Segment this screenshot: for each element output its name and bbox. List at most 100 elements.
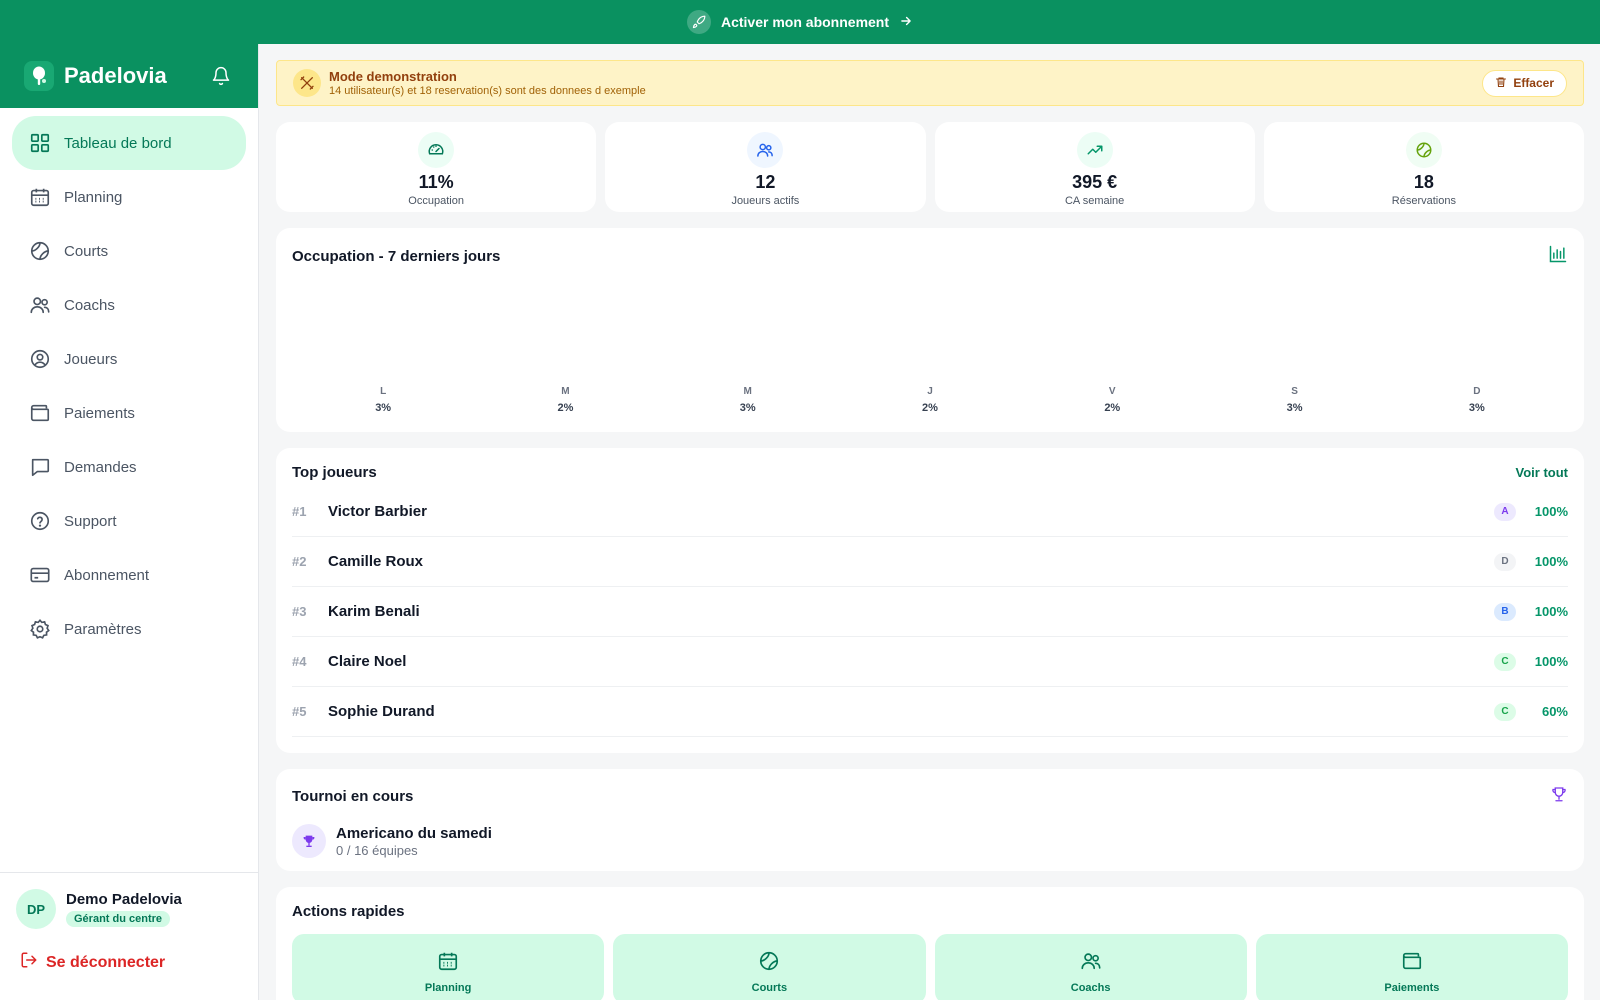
quick-action-paiements[interactable]: Paiements (1255, 934, 1568, 1000)
day-letter: D (1473, 386, 1481, 397)
trash-icon (1495, 76, 1507, 91)
quick-action-planning[interactable]: Planning (292, 934, 605, 1000)
tournament-teams: 0 / 16 équipes (336, 842, 418, 858)
sidebar: Padelovia Tableau de bord Planning Court… (0, 44, 259, 1000)
activate-subscription-banner[interactable]: Activer mon abonnement (0, 0, 1600, 44)
sidebar-item-parametres[interactable]: Paramètres (12, 602, 246, 656)
role-badge: Gérant du centre (66, 911, 171, 927)
sidebar-item-dashboard[interactable]: Tableau de bord (12, 116, 246, 170)
sidebar-item-label: Joueurs (64, 350, 118, 368)
sidebar-item-planning[interactable]: Planning (12, 170, 246, 224)
tournament-name: Americano du samedi (336, 824, 492, 842)
bell-icon[interactable] (208, 63, 234, 89)
user-profile[interactable]: DP Demo Padelovia Gérant du centre (16, 889, 242, 929)
day-letter: S (1291, 386, 1298, 397)
trophy-icon (292, 824, 326, 858)
level-badge: B (1494, 602, 1516, 621)
player-rank: #2 (292, 554, 307, 569)
wallet-icon (28, 401, 52, 425)
court-ball-icon (758, 950, 780, 977)
table-row[interactable]: #2 Camille Roux D 100% (292, 537, 1568, 587)
demo-subtitle: 14 utilisateur(s) et 18 reservation(s) s… (329, 85, 646, 97)
demo-title: Mode demonstration (329, 69, 457, 84)
sidebar-item-label: Demandes (64, 458, 137, 476)
user-circle-icon (28, 347, 52, 371)
sidebar-item-demandes[interactable]: Demandes (12, 440, 246, 494)
calendar-icon (28, 185, 52, 209)
users-icon (28, 293, 52, 317)
sidebar-item-label: Paiements (64, 404, 135, 422)
player-rank: #4 (292, 654, 307, 669)
sidebar-item-paiements[interactable]: Paiements (12, 386, 246, 440)
day-letter: M (561, 386, 570, 397)
sidebar-item-courts[interactable]: Courts (12, 224, 246, 278)
quick-action-label: Courts (751, 982, 788, 994)
day-column: V 2% (1021, 386, 1203, 414)
table-row[interactable]: #4 Claire Noel C 100% (292, 637, 1568, 687)
player-rank: #5 (292, 704, 307, 719)
quick-action-coachs[interactable]: Coachs (934, 934, 1247, 1000)
stat-label: CA semaine (1064, 195, 1125, 207)
ball-icon (1405, 132, 1442, 168)
main-content: Mode demonstration 14 utilisateur(s) et … (276, 60, 1584, 1000)
day-letter: M (743, 386, 752, 397)
stat-value: 12 (755, 172, 776, 192)
user-panel: DP Demo Padelovia Gérant du centre Se dé… (0, 872, 258, 1000)
see-all-link[interactable]: Voir tout (1516, 465, 1568, 480)
bar-chart-icon[interactable] (1548, 244, 1568, 269)
tournament-card: Tournoi en cours Americano du samedi 0 /… (276, 769, 1584, 871)
player-rank: #3 (292, 604, 307, 619)
table-row[interactable]: #1 Victor Barbier A 100% (292, 487, 1568, 537)
stat-value: 18 (1413, 172, 1434, 192)
logout-button[interactable]: Se déconnecter (16, 951, 242, 974)
gear-icon (28, 617, 52, 641)
player-rank: #1 (292, 504, 307, 519)
sidebar-nav: Tableau de bord Planning Courts Coachs J… (0, 108, 258, 664)
tournament-title: Tournoi en cours (292, 788, 414, 805)
user-name: Demo Padelovia (66, 891, 182, 908)
player-name: Karim Benali (328, 603, 420, 620)
day-value: 3% (1468, 402, 1485, 414)
player-name: Sophie Durand (328, 703, 435, 720)
stat-value: 11% (418, 172, 454, 192)
table-row[interactable]: #5 Sophie Durand C 60% (292, 687, 1568, 737)
logout-icon (20, 951, 38, 974)
sidebar-item-abonnement[interactable]: Abonnement (12, 548, 246, 602)
clear-label: Effacer (1513, 76, 1554, 90)
calendar-icon (437, 950, 459, 977)
day-column: M 2% (474, 386, 656, 414)
sidebar-item-coachs[interactable]: Coachs (12, 278, 246, 332)
sidebar-item-support[interactable]: Support (12, 494, 246, 548)
tournament-item[interactable]: Americano du samedi 0 / 16 équipes (292, 824, 1568, 858)
day-column: M 3% (657, 386, 839, 414)
quick-actions-card: Actions rapides Planning Courts Coachs P… (276, 887, 1584, 1000)
stat-value: 395 € (1072, 172, 1118, 192)
credit-card-icon (28, 563, 52, 587)
player-percent: 60% (1541, 704, 1568, 719)
day-letter: J (927, 386, 933, 397)
logout-label: Se déconnecter (46, 953, 166, 971)
sidebar-item-joueurs[interactable]: Joueurs (12, 332, 246, 386)
quick-action-courts[interactable]: Courts (613, 934, 926, 1000)
avatar: DP (16, 889, 56, 929)
users-icon (1080, 950, 1102, 977)
table-row[interactable]: #3 Karim Benali B 100% (292, 587, 1568, 637)
dashboard-icon (28, 131, 52, 155)
stat-label: Occupation (408, 195, 464, 207)
stat-card-reservations: 18 Réservations (1263, 122, 1584, 212)
court-ball-icon (28, 239, 52, 263)
clear-demo-button[interactable]: Effacer (1482, 69, 1567, 97)
padel-logo-icon (24, 61, 54, 91)
gauge-icon (418, 132, 455, 168)
player-name: Claire Noel (328, 653, 407, 670)
day-value: 2% (557, 402, 574, 414)
day-letter: L (380, 386, 387, 397)
app-name: Padelovia (64, 63, 167, 88)
top-players-title: Top joueurs (292, 464, 377, 481)
trophy-icon (1550, 785, 1568, 808)
day-value: 3% (739, 402, 756, 414)
day-value: 2% (922, 402, 938, 414)
day-column: J 2% (839, 386, 1021, 414)
users-icon (747, 132, 784, 168)
quick-action-label: Paiements (1384, 982, 1440, 994)
